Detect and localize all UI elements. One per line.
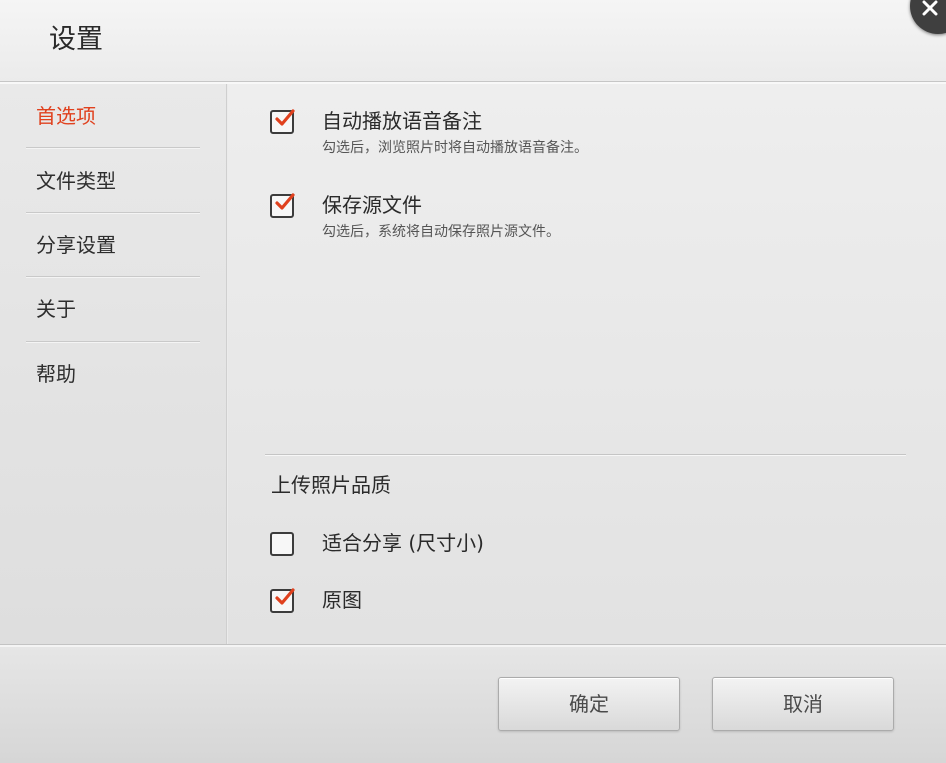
sidebar-item-about[interactable]: 关于	[26, 277, 200, 341]
dialog-footer: 确定 取消	[0, 644, 946, 763]
quality-share-size-checkbox[interactable]	[270, 532, 294, 556]
close-icon	[922, 0, 938, 16]
save-source-file-checkbox[interactable]	[270, 193, 295, 218]
autoplay-voice-note-checkbox[interactable]	[270, 109, 295, 134]
sidebar-item-help[interactable]: 帮助	[26, 342, 200, 406]
option-title: 原图	[322, 588, 362, 612]
sidebar-item-file-types[interactable]: 文件类型	[26, 149, 200, 213]
sidebar-item-share-settings[interactable]: 分享设置	[26, 213, 200, 277]
sidebar-item-label: 关于	[36, 297, 76, 321]
settings-dialog: 设置 首选项 文件类型 分享设置 关于 帮助 自动播放语音备注 勾选后，浏览照片…	[0, 0, 946, 763]
checkmark-icon	[275, 193, 295, 210]
sidebar: 首选项 文件类型 分享设置 关于 帮助	[0, 84, 227, 644]
option-title: 保存源文件	[322, 193, 422, 217]
ok-button[interactable]: 确定	[498, 677, 680, 731]
checkmark-icon	[275, 109, 295, 126]
sidebar-item-preferences[interactable]: 首选项	[26, 84, 200, 148]
cancel-button[interactable]: 取消	[712, 677, 894, 731]
dialog-title: 设置	[49, 24, 103, 55]
sidebar-item-label: 分享设置	[36, 233, 116, 257]
footer-divider	[0, 645, 946, 647]
option-title: 适合分享 (尺寸小)	[322, 531, 484, 555]
quality-original-checkbox[interactable]	[270, 588, 295, 613]
section-divider	[265, 454, 906, 456]
sidebar-item-label: 首选项	[36, 104, 96, 128]
dialog-header: 设置	[0, 0, 946, 82]
sidebar-item-label: 帮助	[36, 362, 76, 386]
sidebar-item-label: 文件类型	[36, 169, 116, 193]
preferences-panel: 自动播放语音备注 勾选后，浏览照片时将自动播放语音备注。 保存源文件 勾选后，系…	[228, 84, 946, 644]
upload-quality-title: 上传照片品质	[271, 473, 391, 497]
option-description: 勾选后，系统将自动保存照片源文件。	[322, 224, 560, 240]
option-description: 勾选后，浏览照片时将自动播放语音备注。	[322, 140, 588, 156]
checkmark-icon	[275, 588, 295, 605]
option-title: 自动播放语音备注	[322, 109, 482, 133]
